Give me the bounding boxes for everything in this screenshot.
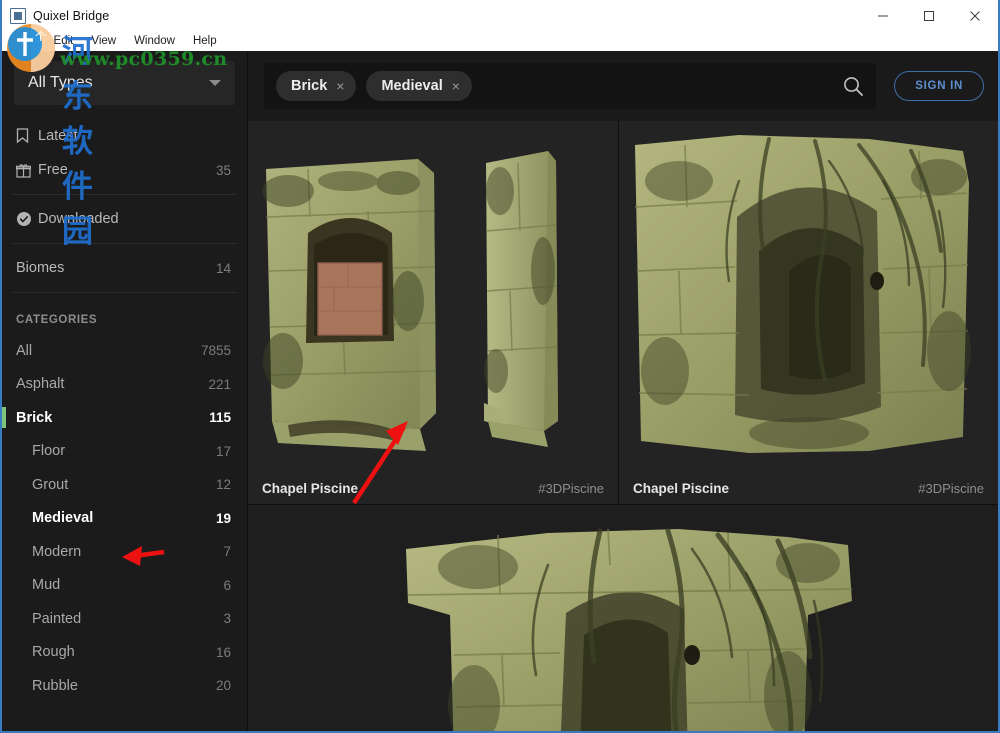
category-count: 7855 xyxy=(200,343,231,359)
chevron-down-icon xyxy=(209,80,221,86)
chip-label: Medieval xyxy=(381,78,443,94)
asset-card[interactable]: Chapel Piscine #3DPiscine xyxy=(619,121,998,504)
gift-icon xyxy=(16,163,38,178)
sidebar-item-biomes[interactable]: Biomes 14 xyxy=(2,251,247,285)
window-controls xyxy=(860,0,998,31)
type-filter-label: All Types xyxy=(28,74,93,91)
category-grout[interactable]: Grout 12 xyxy=(2,468,247,502)
sidebar-item-label: Biomes xyxy=(16,260,65,276)
asset-thumbnail xyxy=(619,121,998,473)
sidebar-item-label: Downloaded xyxy=(38,211,119,227)
category-floor[interactable]: Floor 17 xyxy=(2,435,247,469)
category-label: All xyxy=(16,342,33,359)
title-bar: Quixel Bridge xyxy=(2,0,998,31)
quixel-bridge-window: Quixel Bridge File Edit View Window Help… xyxy=(0,0,1000,733)
menu-bar: File Edit View Window Help xyxy=(2,31,998,51)
divider xyxy=(12,243,237,244)
categories-header: CATEGORIES xyxy=(16,314,98,326)
category-label: Modern xyxy=(32,543,82,560)
sign-in-button[interactable]: SIGN IN xyxy=(894,71,984,101)
menu-item-file[interactable]: File xyxy=(8,31,45,51)
search-input[interactable]: Brick × Medieval × xyxy=(264,63,877,109)
category-label: Floor xyxy=(32,443,66,460)
category-label: Mud xyxy=(32,577,61,594)
sidebar-item-downloaded[interactable]: Downloaded xyxy=(2,202,247,236)
category-label: Grout xyxy=(32,476,69,493)
category-count: 115 xyxy=(209,410,231,426)
close-icon[interactable]: × xyxy=(452,79,460,93)
category-count: 221 xyxy=(208,376,231,392)
asset-thumbnail xyxy=(248,121,618,473)
asset-tag: #3DPiscine xyxy=(538,481,604,496)
active-accent-bar xyxy=(2,407,6,428)
top-bar: Brick × Medieval × SIGN IN xyxy=(248,51,998,121)
type-filter-dropdown[interactable]: All Types xyxy=(14,61,235,105)
menu-item-window[interactable]: Window xyxy=(125,31,184,51)
content-area: Brick × Medieval × SIGN IN Chapel Piscin… xyxy=(248,51,998,731)
category-count: 17 xyxy=(215,443,231,459)
sidebar-item-free[interactable]: Free 35 xyxy=(2,153,247,187)
asset-name: Chapel Piscine xyxy=(633,481,730,496)
category-rubble[interactable]: Rubble 20 xyxy=(2,669,247,703)
minimize-button[interactable] xyxy=(860,0,906,31)
sidebar-item-count: 35 xyxy=(215,162,231,178)
asset-card[interactable]: Chapel Piscine #3DPiscine xyxy=(248,121,618,504)
category-count: 20 xyxy=(215,678,231,694)
app-window-icon xyxy=(10,7,26,24)
category-label: Medieval xyxy=(32,510,94,527)
filter-chip-medieval[interactable]: Medieval × xyxy=(366,71,472,101)
close-button[interactable] xyxy=(952,0,998,31)
close-icon[interactable]: × xyxy=(336,79,344,93)
category-label: Rubble xyxy=(32,677,78,694)
sidebar: All Types Latest Free 35 Downloaded Biom… xyxy=(2,51,248,731)
search-icon[interactable] xyxy=(842,75,864,97)
menu-item-help[interactable]: Help xyxy=(184,31,226,51)
sidebar-item-count: 14 xyxy=(215,260,231,276)
category-count: 6 xyxy=(223,577,231,593)
category-label: Rough xyxy=(32,644,75,661)
category-brick[interactable]: Brick 115 xyxy=(2,401,247,435)
category-count: 19 xyxy=(215,510,231,526)
category-rough[interactable]: Rough 16 xyxy=(2,636,247,670)
category-count: 16 xyxy=(215,644,231,660)
category-painted[interactable]: Painted 3 xyxy=(2,602,247,636)
maximize-button[interactable] xyxy=(906,0,952,31)
category-label: Painted xyxy=(32,610,82,627)
category-mud[interactable]: Mud 6 xyxy=(2,569,247,603)
category-count: 3 xyxy=(223,611,231,627)
menu-item-edit[interactable]: Edit xyxy=(45,31,83,51)
sidebar-item-label: Latest xyxy=(38,128,78,144)
menu-item-view[interactable]: View xyxy=(82,31,125,51)
category-asphalt[interactable]: Asphalt 221 xyxy=(2,368,247,402)
category-medieval[interactable]: Medieval 19 xyxy=(2,502,247,536)
asset-meta: Chapel Piscine #3DPiscine xyxy=(619,473,998,504)
bookmark-icon xyxy=(16,128,38,144)
asset-card[interactable] xyxy=(248,505,998,731)
asset-tag: #3DPiscine xyxy=(918,481,984,496)
divider xyxy=(12,194,237,195)
category-count: 7 xyxy=(223,544,231,560)
category-label: Asphalt xyxy=(16,376,65,393)
filter-chip-brick[interactable]: Brick × xyxy=(276,71,357,101)
divider xyxy=(12,292,237,293)
category-label: Brick xyxy=(16,409,53,426)
category-all[interactable]: All 7855 xyxy=(2,334,247,368)
categories-list: All 7855 Asphalt 221 Brick 115 Floor 17 xyxy=(2,334,247,703)
category-count: 12 xyxy=(215,477,231,493)
asset-grid: Chapel Piscine #3DPiscine Chapel Piscine… xyxy=(248,121,998,731)
sidebar-item-latest[interactable]: Latest xyxy=(2,119,247,153)
chip-label: Brick xyxy=(291,78,328,94)
sidebar-item-label: Free xyxy=(38,162,68,178)
category-modern[interactable]: Modern 7 xyxy=(2,535,247,569)
asset-meta: Chapel Piscine #3DPiscine xyxy=(248,473,618,504)
sidebar-nav: Latest Free 35 Downloaded Biomes 14 xyxy=(2,113,247,293)
asset-name: Chapel Piscine xyxy=(262,481,359,496)
check-circle-icon xyxy=(16,211,38,227)
window-title: Quixel Bridge xyxy=(33,8,110,23)
